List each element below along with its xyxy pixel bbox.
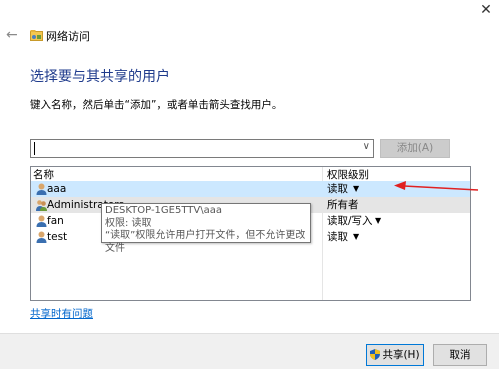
dropdown-arrow-icon[interactable]: ▼ xyxy=(375,213,381,229)
close-icon[interactable]: ✕ xyxy=(478,2,494,18)
user-name: test xyxy=(47,231,68,243)
uac-shield-icon xyxy=(370,349,381,360)
user-tooltip: DESKTOP-1GE5TTV\aaa 权限: 读取 “读取”权限允许用户打开文… xyxy=(101,203,311,254)
window-title: 网络访问 xyxy=(46,30,90,43)
user-icon xyxy=(36,183,47,195)
permission-level: 所有者 xyxy=(327,199,359,211)
annotation-arrow-icon xyxy=(394,181,479,191)
chevron-down-icon[interactable]: ∨ xyxy=(363,141,370,152)
network-folder-icon xyxy=(30,30,43,41)
user-name: fan xyxy=(47,215,64,227)
add-button[interactable]: 添加(A) xyxy=(380,139,450,158)
tooltip-permission: 权限: 读取 xyxy=(105,217,152,229)
share-button[interactable]: 共享(H) xyxy=(366,344,424,366)
user-name: aaa xyxy=(47,183,67,195)
permission-level: 读取 xyxy=(327,231,348,243)
user-group-icon xyxy=(36,200,47,211)
back-arrow-icon[interactable]: ← xyxy=(6,26,18,44)
tooltip-user-id: DESKTOP-1GE5TTV\aaa xyxy=(105,205,222,216)
page-heading: 选择要与其共享的用户 xyxy=(30,69,170,85)
share-button-label: 共享(H) xyxy=(382,349,420,361)
dropdown-arrow-icon[interactable]: ▼ xyxy=(353,181,359,197)
permission-level: 读取/写入 xyxy=(327,215,373,227)
user-name-input[interactable]: ∨ xyxy=(30,139,374,158)
title-bar: ← 网络访问 xyxy=(0,26,499,46)
dropdown-arrow-icon[interactable]: ▼ xyxy=(353,229,359,245)
permission-level: 读取 xyxy=(327,183,348,195)
instruction-text: 键入名称，然后单击“添加”，或者单击箭头查找用户。 xyxy=(30,99,283,111)
text-caret xyxy=(34,142,35,155)
sharing-trouble-link[interactable]: 共享时有问题 xyxy=(30,306,93,321)
cancel-button[interactable]: 取消 xyxy=(433,344,487,366)
dialog-footer: 共享(H) 取消 xyxy=(0,333,499,369)
user-icon xyxy=(36,231,47,243)
user-icon xyxy=(36,215,47,227)
tooltip-description: “读取”权限允许用户打开文件，但不允许更改文件 xyxy=(105,230,306,254)
